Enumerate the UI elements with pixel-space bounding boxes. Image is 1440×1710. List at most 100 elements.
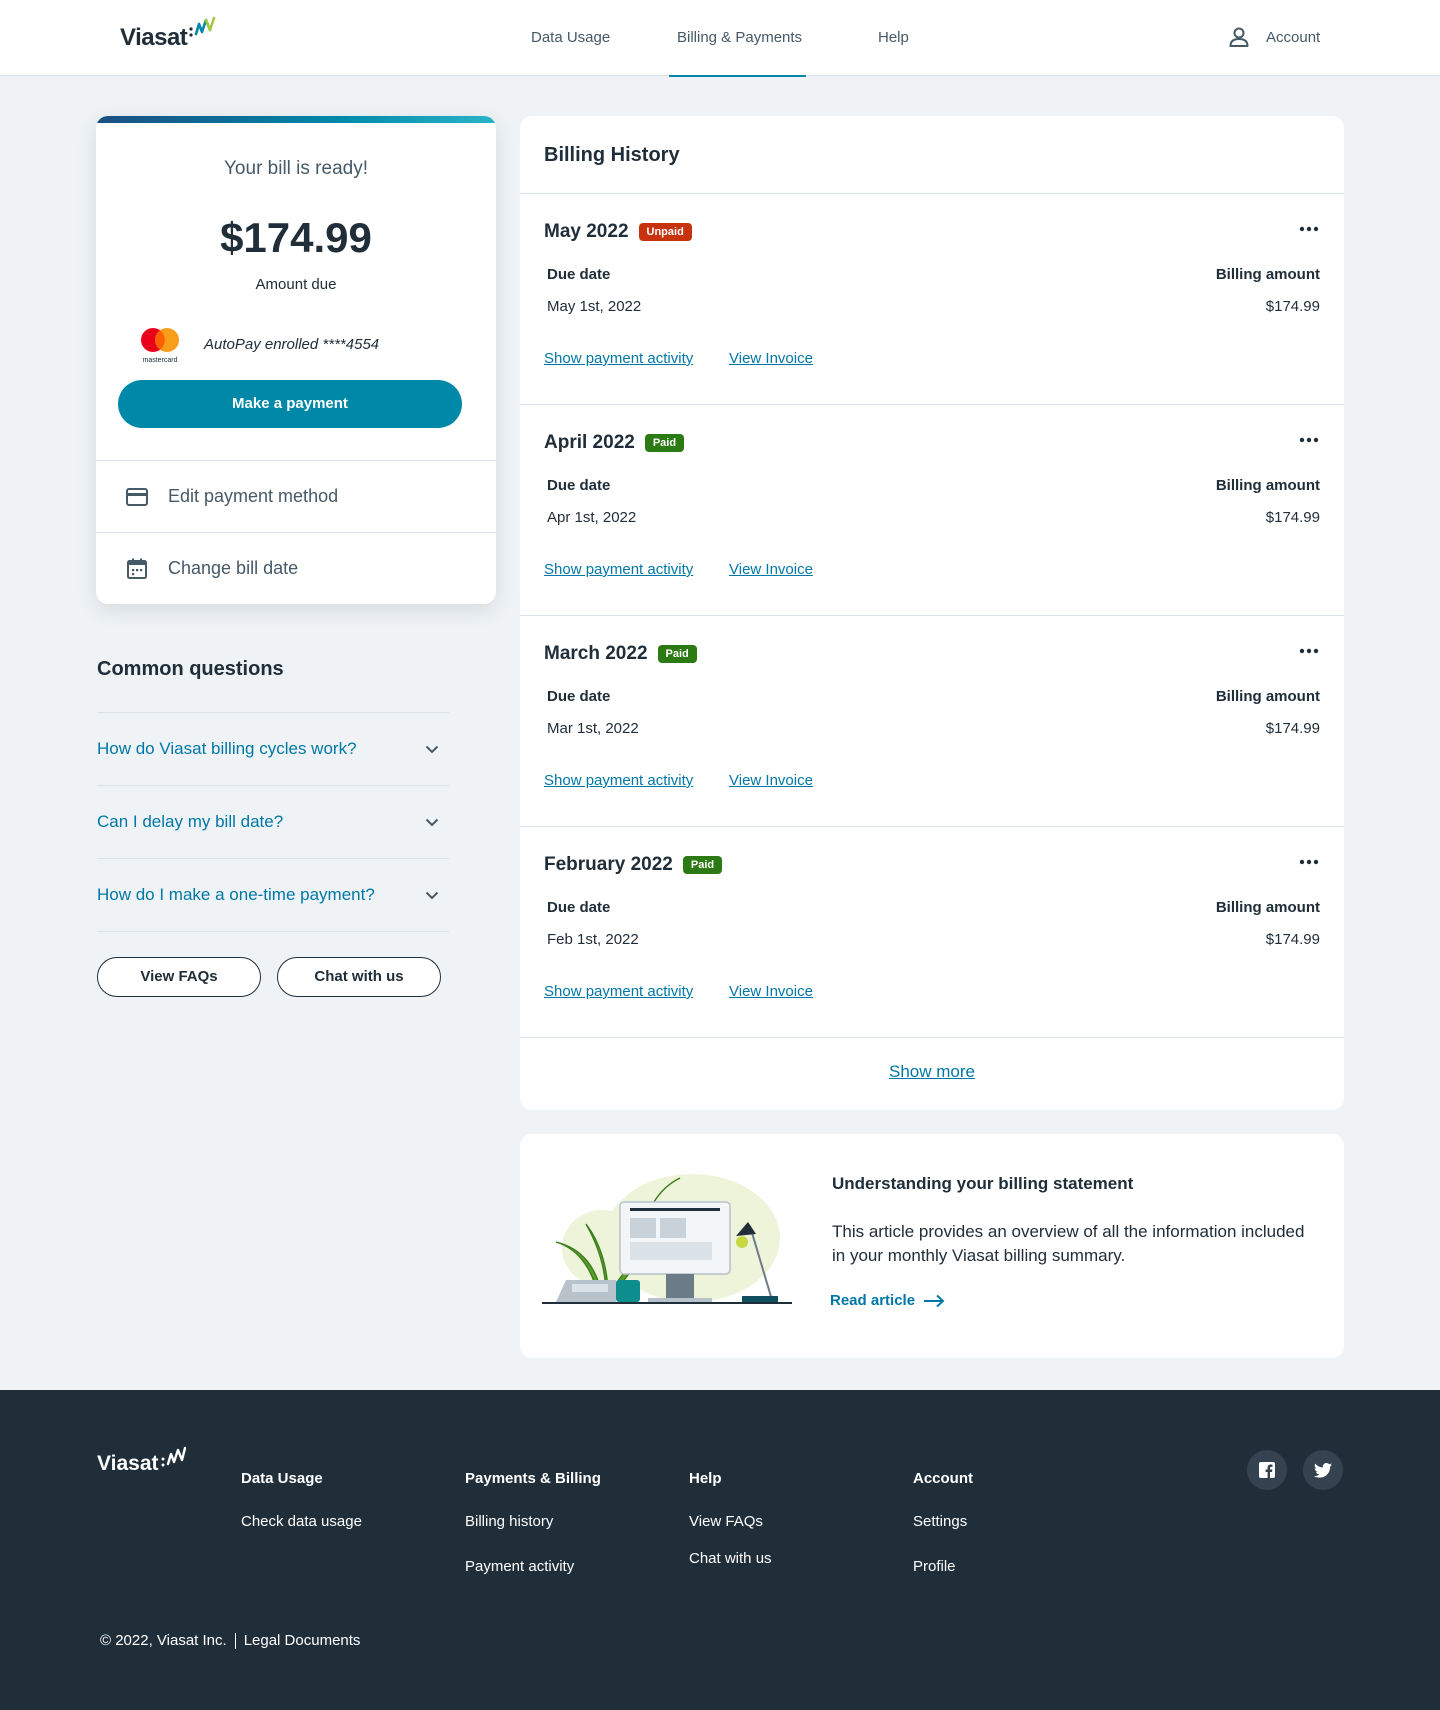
view-invoice-link[interactable]: View Invoice	[729, 772, 813, 789]
faq-item[interactable]: How do Viasat billing cycles work?	[97, 712, 449, 785]
footer-link-profile[interactable]: Profile	[913, 1558, 973, 1575]
account-label: Account	[1266, 28, 1321, 46]
common-questions-title: Common questions	[97, 658, 284, 680]
copyright-bar: © 2022, Viasat Inc. Legal Documents	[100, 1632, 360, 1649]
view-invoice-link[interactable]: View Invoice	[729, 350, 813, 367]
faq-item[interactable]: Can I delay my bill date?	[97, 785, 449, 858]
status-badge: Unpaid	[638, 223, 692, 241]
footer-column-heading: Payments & Billing	[465, 1470, 601, 1487]
amount-due-label: Amount due	[255, 276, 337, 293]
make-payment-button[interactable]: Make a payment	[118, 380, 462, 428]
nav-help[interactable]: Help	[878, 0, 909, 76]
view-invoice-link[interactable]: View Invoice	[729, 983, 813, 1000]
faq-item[interactable]: How do I make a one-time payment?	[97, 858, 449, 931]
nav-billing-payments[interactable]: Billing & Payments	[668, 0, 807, 77]
footer-link-view-faqs[interactable]: View FAQs	[689, 1513, 772, 1530]
show-more-link[interactable]: Show more	[520, 1062, 1344, 1082]
site-footer: Viasat Data Usage Check data usage Payme…	[0, 1390, 1440, 1710]
footer-link-payment-activity[interactable]: Payment activity	[465, 1558, 601, 1575]
credit-card-icon	[126, 487, 148, 506]
bill-month: February 2022	[544, 854, 673, 875]
due-date-value: Mar 1st, 2022	[547, 720, 639, 737]
calendar-icon	[127, 558, 147, 579]
footer-column-heading: Data Usage	[241, 1470, 323, 1487]
view-invoice-link[interactable]: View Invoice	[729, 561, 813, 578]
due-date-label: Due date	[547, 899, 611, 916]
legal-documents-link[interactable]: Legal Documents	[244, 1632, 361, 1649]
footer-link-check-data-usage[interactable]: Check data usage	[241, 1513, 362, 1530]
more-dots-icon[interactable]	[1298, 224, 1320, 234]
read-article-link[interactable]: Read article	[830, 1292, 945, 1309]
billing-history-item: February 2022 Paid Due date Feb 1st, 202…	[520, 827, 1344, 1038]
bill-month: May 2022	[544, 221, 629, 242]
divider	[234, 1632, 236, 1649]
billing-amount-value: $174.99	[1265, 720, 1320, 737]
more-dots-icon[interactable]	[1298, 435, 1320, 445]
status-badge: Paid	[682, 856, 723, 874]
faq-question: Can I delay my bill date?	[97, 812, 284, 831]
footer-link-chat-with-us[interactable]: Chat with us	[689, 1550, 772, 1567]
billing-history-title: Billing History	[544, 144, 680, 166]
chevron-down-icon	[425, 818, 439, 826]
bill-month-heading: February 2022 Paid	[544, 854, 723, 876]
read-article-label: Read article	[830, 1292, 916, 1309]
bill-ready-title: Your bill is ready!	[224, 158, 368, 179]
top-header: Viasat Data Usage Billing & Payments Hel…	[0, 0, 1440, 77]
billing-amount-label: Billing amount	[1215, 899, 1320, 916]
bill-month-heading: March 2022 Paid	[544, 643, 697, 665]
edit-payment-method-row[interactable]: Edit payment method	[96, 460, 496, 532]
due-date-value: Feb 1st, 2022	[547, 931, 639, 948]
change-bill-date-label: Change bill date	[168, 558, 299, 578]
status-badge: Paid	[657, 645, 697, 663]
desk-illustration-icon	[542, 1174, 792, 1304]
show-payment-activity-link[interactable]: Show payment activity	[544, 561, 693, 578]
footer-link-billing-history[interactable]: Billing history	[465, 1513, 601, 1530]
due-date-label: Due date	[547, 266, 611, 283]
bill-month-heading: May 2022 Unpaid	[544, 221, 692, 243]
bill-month-heading: April 2022 Paid	[544, 432, 685, 454]
footer-column-data-usage: Data Usage Check data usage	[241, 1470, 362, 1530]
billing-history-item: March 2022 Paid Due date Mar 1st, 2022 B…	[520, 616, 1344, 827]
card-accent-bar	[96, 116, 496, 123]
more-dots-icon[interactable]	[1298, 646, 1320, 656]
bill-summary-card: Your bill is ready! $174.99 Amount due m…	[96, 116, 496, 604]
due-date-label: Due date	[547, 477, 611, 494]
due-date-value: May 1st, 2022	[547, 298, 642, 315]
billing-amount-value: $174.99	[1265, 298, 1320, 315]
edit-payment-label: Edit payment method	[168, 486, 339, 506]
chevron-down-icon	[425, 891, 439, 899]
footer-column-payments-billing: Payments & Billing Billing history Payme…	[465, 1470, 601, 1575]
account-menu[interactable]: Account	[1228, 26, 1320, 48]
twitter-button[interactable]	[1303, 1450, 1343, 1490]
billing-amount-label: Billing amount	[1215, 688, 1320, 705]
change-bill-date-row[interactable]: Change bill date	[96, 532, 496, 604]
footer-viasat-logo[interactable]: Viasat	[97, 1446, 187, 1476]
bill-month: April 2022	[544, 432, 635, 453]
billing-history-panel: Billing History May 2022 Unpaid Due date…	[520, 116, 1344, 1110]
facebook-button[interactable]	[1247, 1450, 1287, 1490]
footer-column-help: Help View FAQs Chat with us	[689, 1470, 772, 1567]
view-faqs-button[interactable]: View FAQs	[97, 957, 261, 997]
autopay-text: AutoPay enrolled ****4554	[204, 335, 380, 353]
copyright-text: © 2022, Viasat Inc.	[100, 1632, 227, 1649]
show-payment-activity-link[interactable]: Show payment activity	[544, 350, 693, 367]
chat-with-us-button[interactable]: Chat with us	[277, 957, 441, 997]
footer-link-settings[interactable]: Settings	[913, 1513, 973, 1530]
more-dots-icon[interactable]	[1298, 857, 1320, 867]
footer-column-account: Account Settings Profile	[913, 1470, 973, 1575]
show-payment-activity-link[interactable]: Show payment activity	[544, 983, 693, 1000]
footer-logo-text: Viasat	[97, 1452, 159, 1475]
viasat-logo[interactable]: Viasat	[120, 16, 217, 52]
autopay-status: mastercard AutoPay enrolled ****4554	[136, 324, 379, 364]
show-payment-activity-link[interactable]: Show payment activity	[544, 772, 693, 789]
footer-column-heading: Account	[913, 1470, 973, 1487]
mastercard-icon: mastercard	[141, 328, 179, 364]
footer-column-heading: Help	[689, 1470, 722, 1487]
billing-history-item: April 2022 Paid Due date Apr 1st, 2022 B…	[520, 405, 1344, 616]
viasat-logo-mark-icon	[189, 16, 216, 37]
billing-history-item: May 2022 Unpaid Due date May 1st, 2022 B…	[520, 194, 1344, 405]
nav-data-usage[interactable]: Data Usage	[531, 0, 610, 76]
logo-text: Viasat	[120, 24, 188, 51]
bill-month: March 2022	[544, 643, 648, 664]
facebook-icon	[1259, 1462, 1275, 1478]
